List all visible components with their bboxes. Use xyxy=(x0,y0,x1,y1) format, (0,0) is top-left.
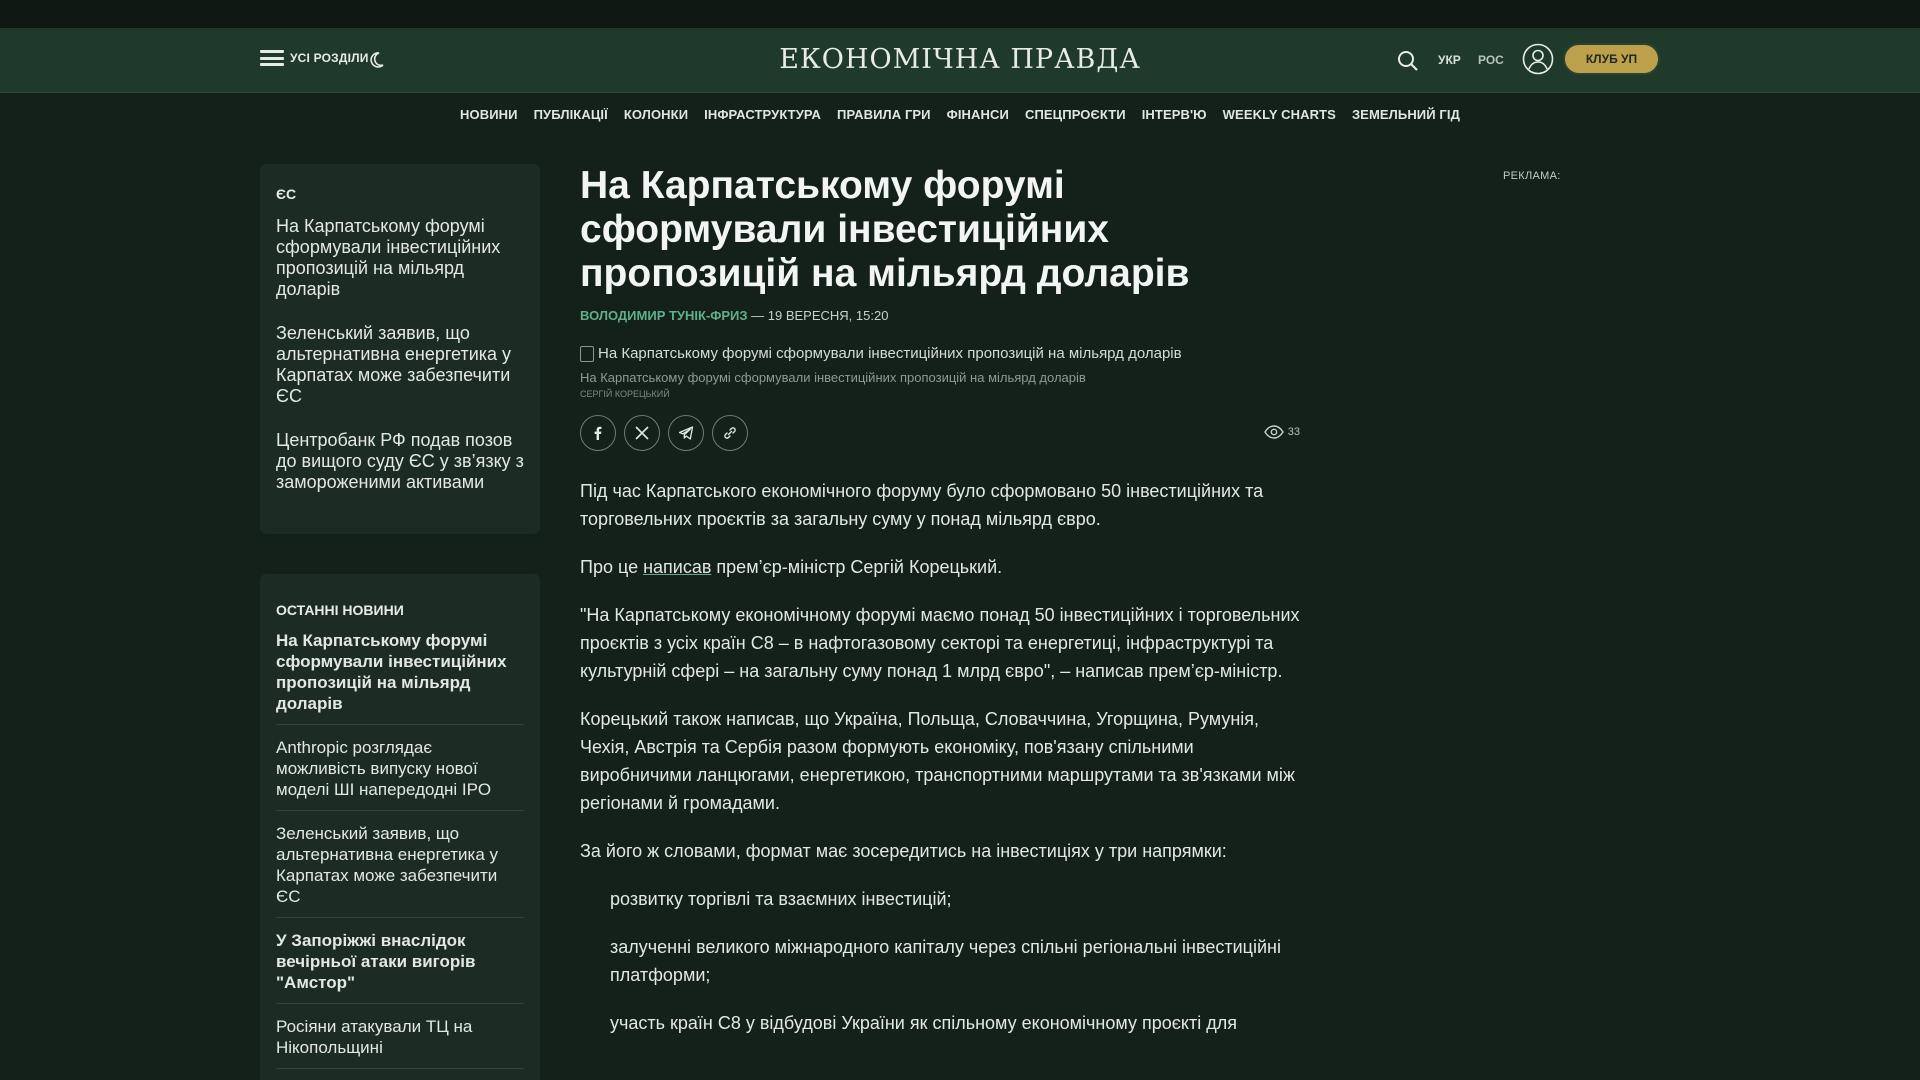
x-share-button[interactable] xyxy=(624,415,660,451)
menu-label: УСІ РОЗДІЛИ xyxy=(290,51,369,65)
article-body: Під час Карпатського економічного форуму… xyxy=(580,477,1300,1037)
top-strip xyxy=(0,0,1920,28)
article-image: На Карпатському форумі сформували інвест… xyxy=(580,345,1300,362)
nav-item-interview[interactable]: ІНТЕРВ'Ю xyxy=(1142,107,1207,122)
nav-item-rules[interactable]: ПРАВИЛА ГРИ xyxy=(837,107,931,122)
site-logo[interactable]: ЕКОНОМІЧНА ПРАВДА xyxy=(779,44,1141,75)
views-counter: 33 xyxy=(1263,425,1300,439)
list-item: розвитку торгівлі та взаємних інвестицій… xyxy=(610,889,952,909)
article-date: — 19 ВЕРЕСНЯ, 15:20 xyxy=(747,308,889,323)
copy-link-button[interactable] xyxy=(712,415,748,451)
paragraph-text: Про це xyxy=(580,557,644,577)
ad-label: РЕКЛАМА: xyxy=(1503,170,1561,182)
paragraph-text: прем’єр-міністр Сергій Корецький. xyxy=(711,557,1003,577)
article-byline: ВОЛОДИМИР ТУНІК-ФРИЗ — 19 ВЕРЕСНЯ, 15:20 xyxy=(580,308,1300,323)
latest-news-item[interactable]: Anthropic розглядає можливість випуску н… xyxy=(276,737,524,811)
facebook-icon xyxy=(594,426,602,440)
latest-news-item[interactable]: Зеленський заявив, що альтернативна енер… xyxy=(276,823,524,918)
telegram-icon xyxy=(678,426,694,440)
x-icon xyxy=(635,426,649,440)
nav-item-infrastructure[interactable]: ІНФРАСТРУКТУРА xyxy=(704,107,821,122)
article-image-alt: На Карпатському форумі сформували інвест… xyxy=(598,345,1182,362)
article-paragraph: Про це написав прем’єр-міністр Сергій Ко… xyxy=(580,553,1300,581)
nav-item-special-projects[interactable]: СПЕЦПРОЄКТИ xyxy=(1025,107,1126,122)
sidebar-eu-item[interactable]: Зеленський заявив, що альтернативна енер… xyxy=(276,323,524,407)
nav-item-weekly-charts[interactable]: WEEKLY CHARTS xyxy=(1223,107,1336,122)
nav-item-columns[interactable]: КОЛОНКИ xyxy=(624,107,688,122)
site-header: УСІ РОЗДІЛИ ЕКОНОМІЧНА ПРАВДА УКР РОС КЛ… xyxy=(0,28,1920,93)
nav-item-publications[interactable]: ПУБЛІКАЦІЇ xyxy=(534,107,608,122)
language-ukr-link[interactable]: УКР xyxy=(1438,53,1461,67)
main-nav: НОВИНИ ПУБЛІКАЦІЇ КОЛОНКИ ІНФРАСТРУКТУРА… xyxy=(0,93,1920,135)
nav-item-finance[interactable]: ФІНАНСИ xyxy=(947,107,1009,122)
sidebar-category-label[interactable]: ЄС xyxy=(276,186,524,202)
copy-link-icon xyxy=(724,427,736,439)
image-credit: СЕРГІЙ КОРЕЦЬКИЙ xyxy=(580,389,670,399)
user-icon[interactable] xyxy=(1522,43,1554,75)
author-link[interactable]: ВОЛОДИМИР ТУНІК-ФРИЗ xyxy=(580,308,748,323)
language-ros-link[interactable]: РОС xyxy=(1478,53,1504,67)
broken-image-icon xyxy=(580,345,594,362)
latest-news-heading: ОСТАННІ НОВИНИ xyxy=(276,602,404,618)
moon-icon[interactable] xyxy=(366,50,386,70)
article-paragraph: За його ж словами, формат має зосередити… xyxy=(580,841,1227,861)
telegram-share-button[interactable] xyxy=(668,415,704,451)
latest-news-item[interactable]: На Карпатському форумі сформували інвест… xyxy=(276,630,524,725)
nav-item-news[interactable]: НОВИНИ xyxy=(460,107,518,122)
latest-news-item[interactable]: Росіяни атакували ТЦ на Нікопольщині xyxy=(276,1016,524,1069)
list-item: залученні великого міжнародного капіталу… xyxy=(610,937,1281,985)
club-up-button[interactable]: КЛУБ УП xyxy=(1563,43,1660,75)
search-icon[interactable] xyxy=(1396,49,1420,73)
views-count: 33 xyxy=(1287,426,1300,438)
share-bar: 33 xyxy=(580,415,1300,451)
all-sections-menu-button[interactable]: УСІ РОЗДІЛИ xyxy=(260,50,369,66)
article: На Карпатському форумі сформували інвест… xyxy=(580,164,1300,1057)
article-paragraph: "На Карпатському економічному форумі має… xyxy=(580,605,1300,681)
source-link[interactable]: написав xyxy=(643,557,711,577)
image-caption: На Карпатському форумі сформували інвест… xyxy=(580,370,1086,385)
list-item: участь країн С8 у відбудові України як с… xyxy=(610,1013,1237,1033)
sidebar-eu-item[interactable]: Центробанк РФ подав позов до вищого суду… xyxy=(276,430,524,493)
article-paragraph: Корецький також написав, що Україна, Пол… xyxy=(580,709,1295,813)
article-paragraph: Під час Карпатського економічного форуму… xyxy=(580,481,1264,529)
sidebar-latest-news: ОСТАННІ НОВИНИ На Карпатському форумі сф… xyxy=(260,574,540,1080)
eye-icon xyxy=(1263,425,1284,439)
facebook-share-button[interactable] xyxy=(580,415,616,451)
sidebar-eu-item[interactable]: На Карпатському форумі сформували інвест… xyxy=(276,216,524,300)
sidebar-eu-block: ЄС На Карпатському форумі сформували інв… xyxy=(260,164,540,534)
latest-news-item[interactable]: У Запоріжжі внаслідок вечірньої атаки ви… xyxy=(276,930,524,1004)
nav-item-land-guide[interactable]: ЗЕМЕЛЬНИЙ ГІД xyxy=(1352,107,1460,122)
burger-menu-icon xyxy=(260,50,284,66)
article-title: На Карпатському форумі сформували інвест… xyxy=(580,164,1190,295)
